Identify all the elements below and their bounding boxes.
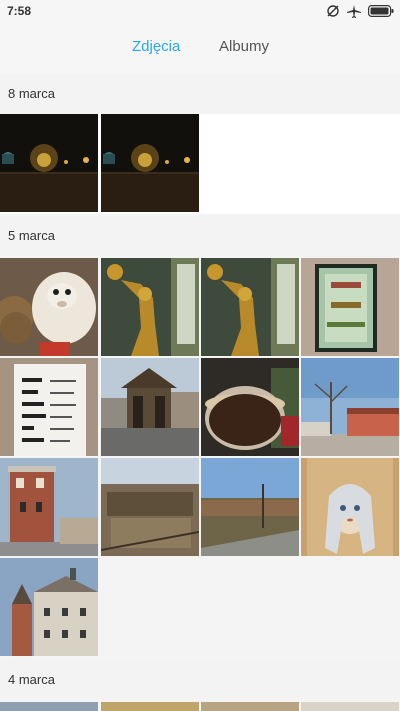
section-header-date: 5 marca: [0, 216, 400, 256]
photo-thumbnail[interactable]: [101, 702, 199, 711]
tab-photos[interactable]: Zdjęcia: [132, 38, 180, 55]
photo-thumbnail[interactable]: [301, 702, 399, 711]
tab-bar: Zdjęcia Albumy: [0, 22, 400, 75]
section-date-label: 8 marca: [8, 86, 55, 101]
photo-thumbnail[interactable]: [101, 114, 199, 212]
tab-albums[interactable]: Albumy: [219, 38, 269, 55]
airplane-mode-icon: [347, 5, 361, 18]
photo-thumbnail[interactable]: [0, 114, 98, 212]
battery-icon: [368, 5, 394, 17]
status-bar: 7:58: [0, 0, 400, 22]
no-sync-icon: [327, 5, 339, 17]
section-date-label: 5 marca: [8, 228, 55, 243]
photo-thumbnail[interactable]: [201, 358, 299, 456]
status-icons: [326, 3, 394, 19]
photo-thumbnail[interactable]: [101, 458, 199, 556]
photo-thumbnail[interactable]: [0, 702, 98, 711]
section-header-date: 8 marca: [0, 74, 400, 114]
photo-thumbnail[interactable]: [0, 458, 98, 556]
photo-thumbnail[interactable]: [0, 558, 98, 656]
photo-thumbnail[interactable]: [301, 258, 399, 356]
photo-thumbnail[interactable]: [101, 358, 199, 456]
status-time: 7:58: [7, 4, 32, 18]
photo-thumbnail[interactable]: [0, 258, 98, 356]
photo-thumbnail[interactable]: [101, 258, 199, 356]
photo-thumbnail[interactable]: [301, 458, 399, 556]
section-date-label: 4 marca: [8, 672, 55, 687]
photo-thumbnail[interactable]: [201, 458, 299, 556]
photo-thumbnail[interactable]: [301, 358, 399, 456]
photo-thumbnail[interactable]: [201, 258, 299, 356]
photo-thumbnail[interactable]: [201, 702, 299, 711]
section-header-date: 4 marca: [0, 660, 400, 700]
photo-thumbnail[interactable]: [0, 358, 98, 456]
